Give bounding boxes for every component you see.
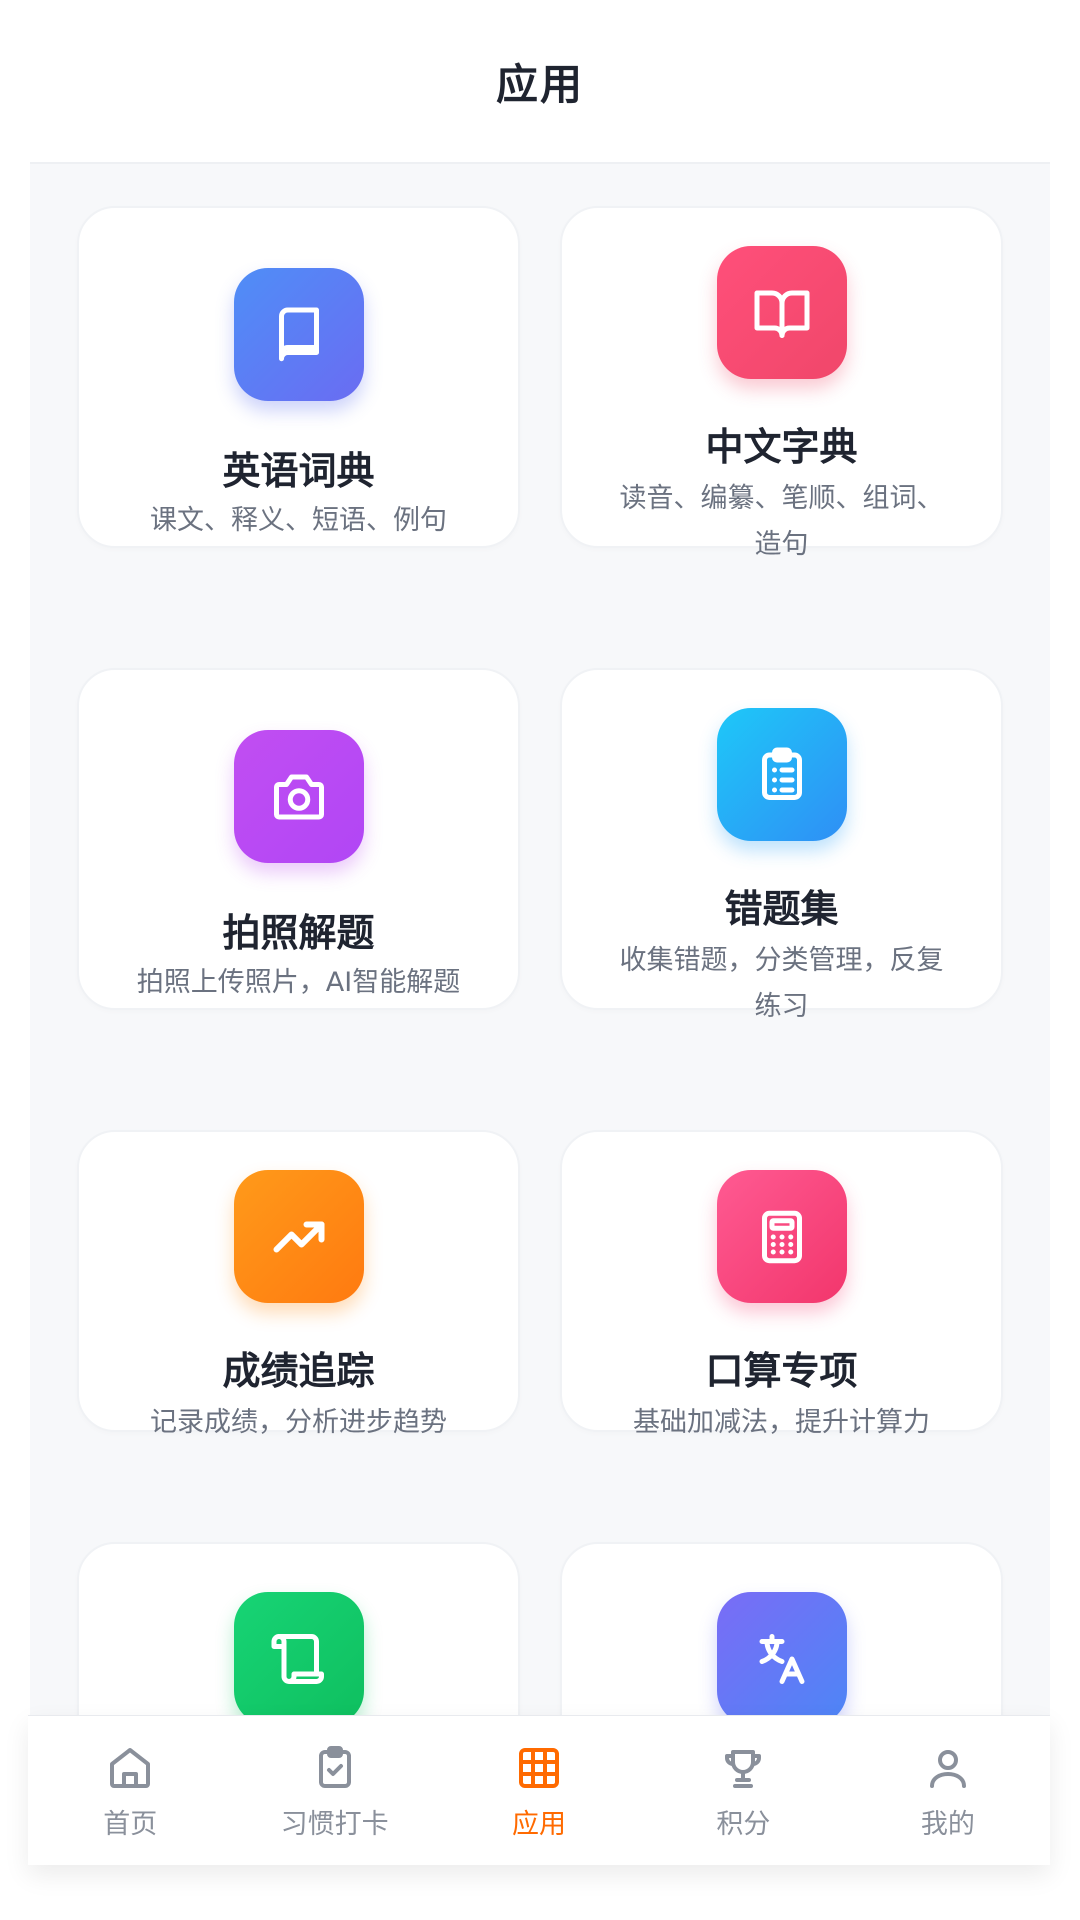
app-card-translate[interactable] — [560, 1542, 1003, 1715]
tab-apps[interactable]: 应用 — [437, 1716, 641, 1865]
app-icon-tile — [716, 1592, 847, 1715]
book-icon — [278, 307, 319, 361]
tab-habit-checkin[interactable]: 习惯打卡 — [232, 1716, 436, 1865]
calculator-icon — [761, 1210, 802, 1263]
translate-icon — [759, 1633, 804, 1684]
page-title: 应用 — [495, 59, 584, 109]
app-card-mistake-book[interactable]: 错题集 收集错题，分类管理，反复练习 — [560, 668, 1003, 1022]
trending-up-icon — [273, 1221, 324, 1252]
tab-label: 积分 — [716, 1809, 771, 1840]
app-card-description: 基础加减法，提升计算力 — [633, 1407, 930, 1438]
app-icon-tile — [233, 1170, 364, 1303]
app-card-description: 收集错题，分类管理，反复练习 — [619, 945, 944, 1022]
scroll-icon — [271, 1633, 324, 1684]
app-card-scroll[interactable] — [77, 1542, 520, 1715]
app-card-title: 成绩追踪 — [222, 1349, 375, 1393]
tab-label: 首页 — [103, 1809, 158, 1840]
tab-label: 我的 — [920, 1809, 975, 1840]
app-card-description: 记录成绩，分析进步趋势 — [150, 1407, 447, 1438]
app-grid: 英语词典 课文、释义、短语、例句 中文字典 读音、编纂、笔顺、组词、造句 拍照解… — [30, 162, 1050, 1715]
app-card-title: 错题集 — [724, 887, 839, 931]
grid-icon — [519, 1748, 560, 1788]
app-card-title: 中文字典 — [705, 425, 858, 469]
app-card-description: 课文、释义、短语、例句 — [150, 505, 447, 536]
home-icon — [110, 1748, 151, 1788]
open-book-icon — [754, 290, 809, 338]
app-icon-tile — [716, 246, 847, 379]
app-card-title: 口算专项 — [705, 1349, 858, 1393]
trophy-icon — [725, 1750, 762, 1788]
tab-label: 应用 — [512, 1809, 567, 1840]
app-screen: 应用 英语词典 课文、释义、短语、例句 中文字典 读音、编纂、笔顺、组词、造句 … — [0, 0, 1080, 1920]
app-icon-tile — [716, 708, 847, 841]
app-card-title: 英语词典 — [222, 449, 375, 493]
app-icon-tile — [233, 730, 364, 863]
clipboard-check-icon — [318, 1746, 351, 1788]
tab-profile[interactable]: 我的 — [846, 1716, 1050, 1865]
app-card-score-tracking[interactable]: 成绩追踪 记录成绩，分析进步趋势 — [77, 1130, 520, 1438]
app-card-chinese-dictionary[interactable]: 中文字典 读音、编纂、笔顺、组词、造句 — [560, 206, 1003, 560]
app-card-description: 读音、编纂、笔顺、组词、造句 — [619, 483, 944, 560]
tab-home[interactable]: 首页 — [28, 1716, 232, 1865]
bottom-tab-bar: 首页 习惯打卡 应用 积分 我的 — [28, 1715, 1050, 1865]
tab-points[interactable]: 积分 — [641, 1716, 845, 1865]
page-header: 应用 — [0, 0, 1080, 162]
app-icon-tile — [716, 1170, 847, 1303]
app-icon-tile — [233, 1592, 364, 1715]
app-card-english-dictionary[interactable]: 英语词典 课文、释义、短语、例句 — [77, 206, 520, 548]
app-card-photo-solve[interactable]: 拍照解题 拍照上传照片，AI智能解题 — [77, 668, 520, 1010]
app-icon-tile — [233, 268, 364, 401]
app-card-mental-math[interactable]: 口算专项 基础加减法，提升计算力 — [560, 1130, 1003, 1438]
clipboard-list-icon — [761, 747, 802, 800]
app-card-description: 拍照上传照片，AI智能解题 — [136, 967, 461, 998]
app-card-title: 拍照解题 — [222, 911, 375, 955]
camera-icon — [273, 774, 324, 819]
user-icon — [929, 1750, 966, 1788]
tab-label: 习惯打卡 — [280, 1809, 389, 1840]
